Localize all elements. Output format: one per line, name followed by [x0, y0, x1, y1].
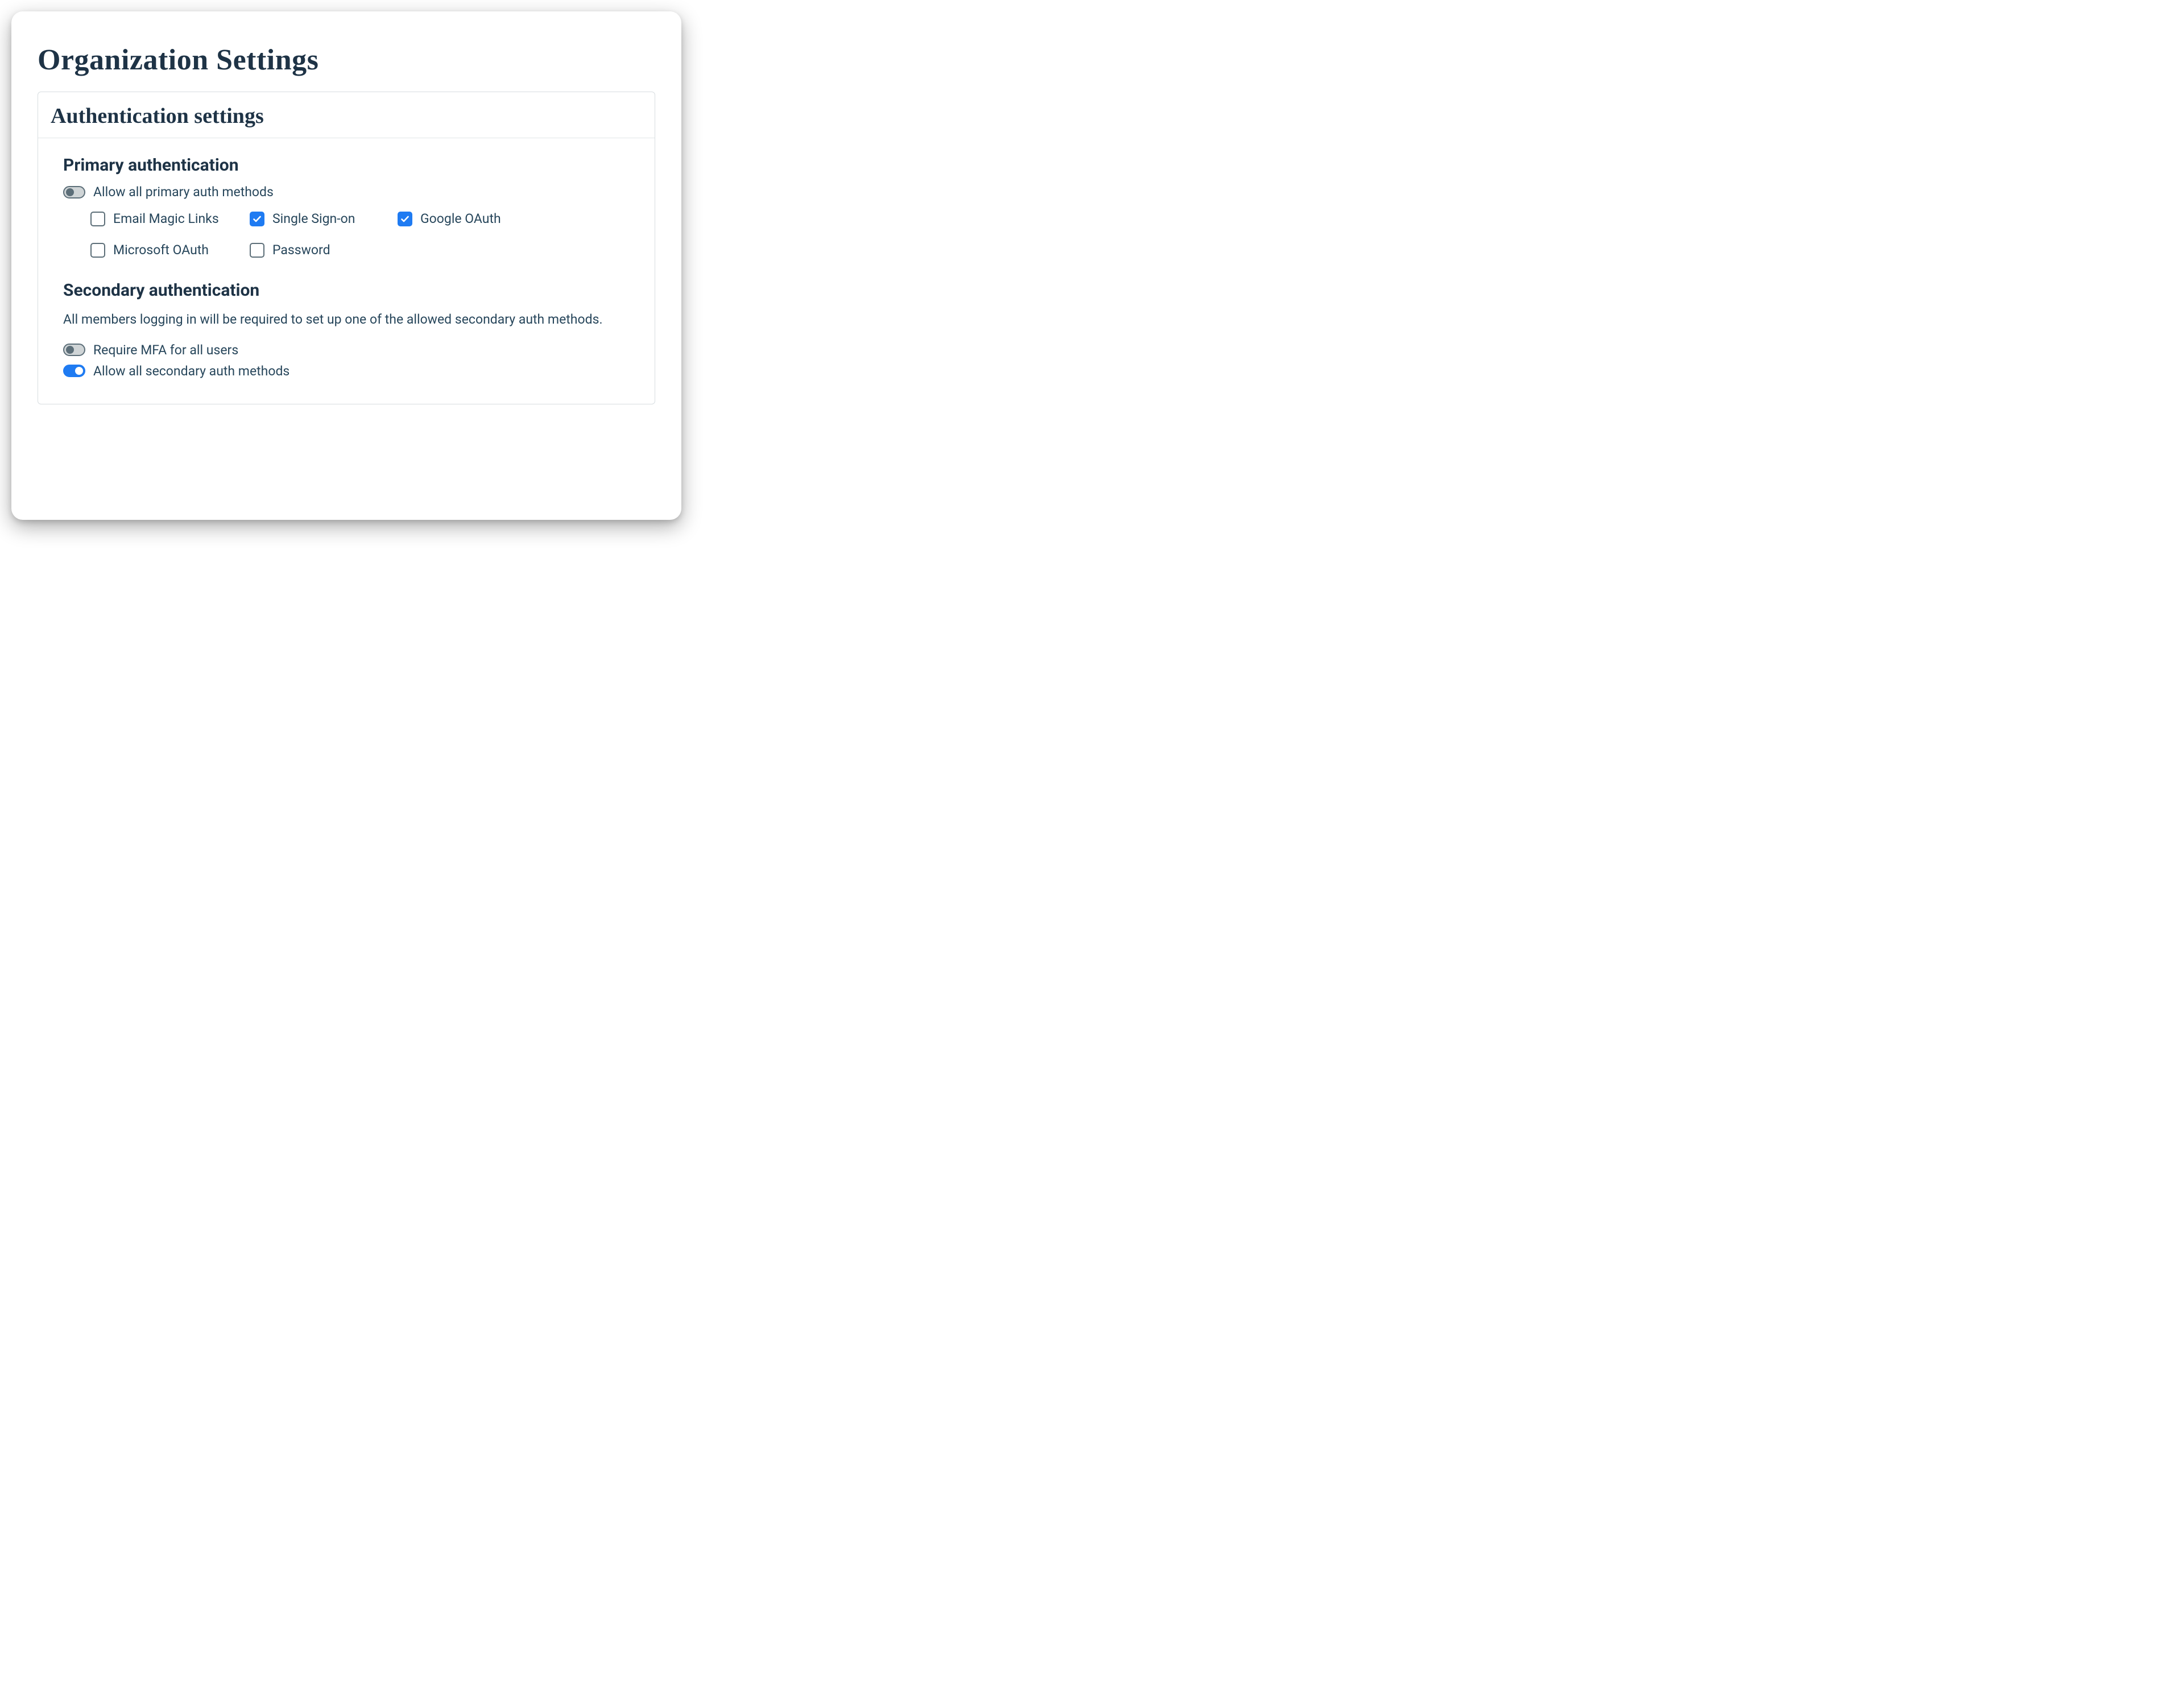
- require-mfa-toggle[interactable]: [63, 344, 85, 356]
- method-single-sign-on: Single Sign-on: [250, 211, 398, 226]
- require-mfa-label: Require MFA for all users: [93, 342, 238, 358]
- checkbox-email-magic-links[interactable]: [90, 212, 105, 226]
- primary-methods-row-2: Microsoft OAuth Password: [90, 242, 630, 258]
- checkbox-google-oauth[interactable]: [398, 212, 412, 226]
- secondary-auth-block: Secondary authentication All members log…: [63, 280, 630, 379]
- check-icon: [400, 214, 410, 224]
- primary-auth-heading: Primary authentication: [63, 155, 630, 175]
- primary-methods-row-1: Email Magic Links Single Sign-on: [90, 211, 630, 226]
- method-label: Microsoft OAuth: [113, 242, 209, 258]
- method-label: Password: [272, 242, 330, 258]
- require-mfa-row: Require MFA for all users: [63, 342, 630, 358]
- panel-header: Authentication settings: [38, 92, 655, 138]
- allow-all-primary-row: Allow all primary auth methods: [63, 184, 630, 200]
- page-title: Organization Settings: [38, 43, 655, 77]
- checkbox-password[interactable]: [250, 243, 264, 258]
- secondary-auth-heading: Secondary authentication: [63, 280, 630, 300]
- allow-all-secondary-row: Allow all secondary auth methods: [63, 363, 630, 379]
- toggle-knob: [75, 367, 83, 375]
- check-icon: [253, 214, 262, 224]
- checkbox-microsoft-oauth[interactable]: [90, 243, 105, 258]
- method-password: Password: [250, 242, 398, 258]
- toggle-knob: [66, 188, 74, 196]
- settings-card: Organization Settings Authentication set…: [11, 11, 681, 520]
- allow-all-secondary-toggle[interactable]: [63, 365, 85, 377]
- allow-all-primary-toggle[interactable]: [63, 186, 85, 199]
- method-label: Single Sign-on: [272, 211, 355, 226]
- method-microsoft-oauth: Microsoft OAuth: [90, 242, 250, 258]
- method-label: Google OAuth: [420, 211, 501, 226]
- toggle-knob: [66, 346, 74, 354]
- panel-body: Primary authentication Allow all primary…: [38, 138, 655, 404]
- primary-methods: Email Magic Links Single Sign-on: [90, 211, 630, 258]
- method-label: Email Magic Links: [113, 211, 219, 226]
- secondary-auth-description: All members logging in will be required …: [63, 309, 609, 330]
- auth-settings-panel: Authentication settings Primary authenti…: [38, 92, 655, 404]
- panel-title: Authentication settings: [51, 104, 642, 129]
- allow-all-primary-label: Allow all primary auth methods: [93, 184, 274, 200]
- checkbox-single-sign-on[interactable]: [250, 212, 264, 226]
- method-google-oauth: Google OAuth: [398, 211, 545, 226]
- allow-all-secondary-label: Allow all secondary auth methods: [93, 363, 289, 379]
- method-email-magic-links: Email Magic Links: [90, 211, 250, 226]
